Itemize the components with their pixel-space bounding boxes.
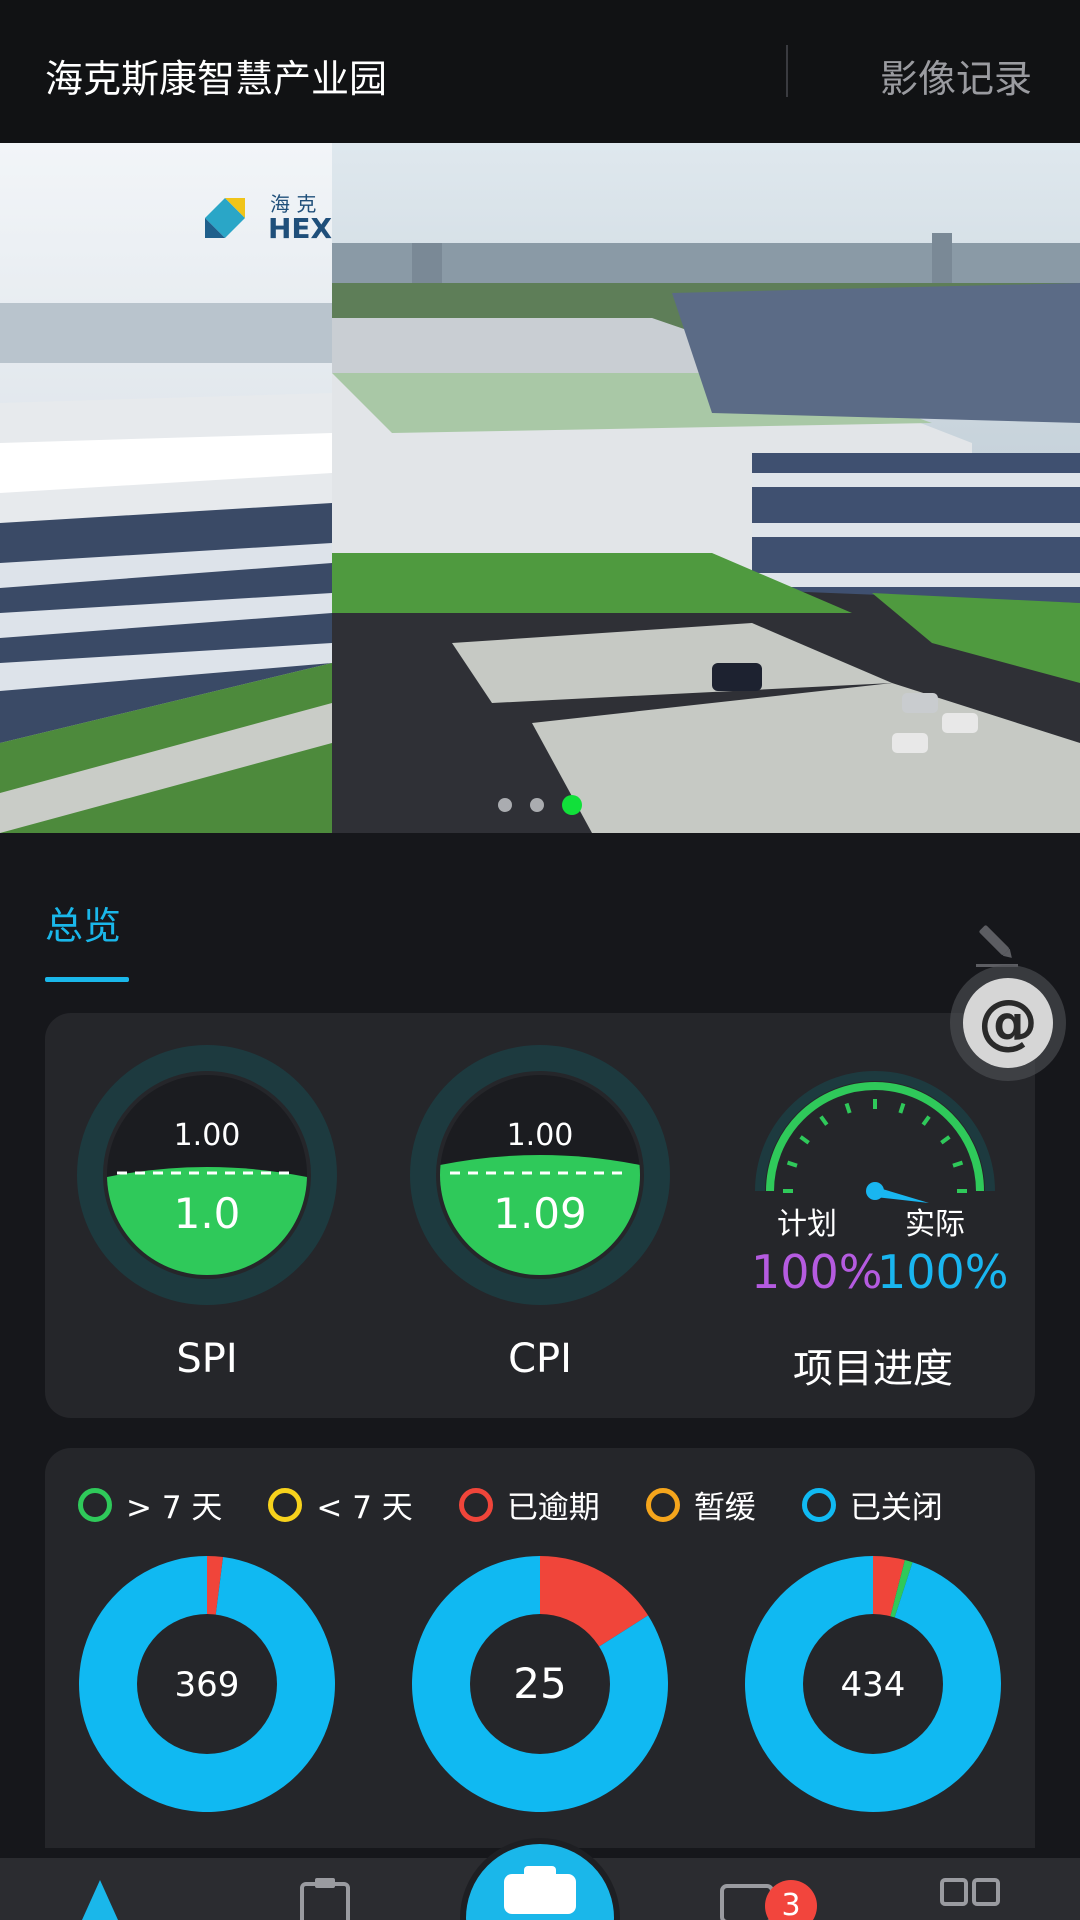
speedometer-tick [921, 1115, 931, 1126]
speedometer-tick [844, 1102, 852, 1114]
actual-label: 实际 [905, 1207, 965, 1242]
status-legend: > 7 天 < 7 天 已逾期 暂缓 已关闭 [78, 1482, 989, 1527]
legend-label: > 7 天 [126, 1490, 223, 1526]
banner-slide-previous[interactable]: 海 克 HEXA [0, 143, 332, 833]
banner-logo-en: HEXA [268, 212, 332, 245]
donut-total: 25 [513, 1659, 566, 1708]
speedometer-tick [940, 1135, 951, 1145]
app-header: 海克斯康智慧产业园 影像记录 [0, 0, 1080, 143]
legend-label: < 7 天 [316, 1490, 413, 1526]
home-nav-icon[interactable] [72, 1876, 132, 1920]
camera-button[interactable] [460, 1838, 620, 1920]
banner-carousel[interactable]: 海 克 HEXA [0, 143, 1080, 833]
speedometer-tick [952, 1160, 964, 1168]
cpi-target: 1.00 [507, 1118, 574, 1153]
status-donut-1[interactable]: 369 [77, 1554, 337, 1814]
spi-value: 1.0 [174, 1189, 241, 1238]
legend-item-lt7: < 7 天 [268, 1482, 413, 1527]
cpi-label: CPI [508, 1336, 572, 1382]
banner-slide-current[interactable] [332, 143, 1080, 833]
legend-item-gt7: > 7 天 [78, 1482, 222, 1527]
legend-ring-yellow [268, 1487, 303, 1522]
at-icon[interactable]: @ [963, 978, 1053, 1068]
camera-icon[interactable] [466, 1844, 614, 1920]
page-title: 海克斯康智慧产业园 [45, 57, 388, 101]
speedometer-tick [819, 1115, 829, 1126]
legend-label: 暂缓 [693, 1490, 756, 1526]
progress-label: 项目进度 [793, 1346, 953, 1392]
plan-label: 计划 [777, 1207, 837, 1242]
status-card: > 7 天 < 7 天 已逾期 暂缓 已关闭 369 25 434 [45, 1448, 1035, 1848]
legend-label: 已逾期 [506, 1490, 600, 1526]
donut-total: 369 [175, 1665, 240, 1705]
legend-item-paused: 暂缓 [645, 1482, 756, 1527]
image-record-button[interactable]: 影像记录 [880, 48, 1032, 103]
overview-card: 1.00 1.0 SPI 1.00 1.09 CPI 计划 实际 100% 10… [45, 1013, 1035, 1418]
speedometer-tick [898, 1102, 906, 1114]
speedometer-tick [786, 1160, 798, 1168]
cpi-value: 1.09 [493, 1189, 587, 1238]
plan-percent: 100% [751, 1245, 883, 1299]
legend-ring-red [458, 1487, 493, 1522]
legend-label: 已关闭 [849, 1490, 943, 1526]
carousel-dot[interactable] [498, 798, 512, 812]
status-donut-3[interactable]: 434 [743, 1554, 1003, 1814]
spi-label: SPI [176, 1336, 238, 1382]
spi-target: 1.00 [174, 1118, 241, 1153]
carousel-indicators[interactable] [498, 795, 582, 815]
legend-ring-green [78, 1487, 112, 1522]
status-donut-2[interactable]: 25 [410, 1554, 670, 1814]
spi-gauge: 1.00 1.0 [77, 1045, 337, 1305]
carousel-dot[interactable] [530, 798, 544, 812]
mention-float-button[interactable]: @ [950, 965, 1066, 1081]
tab-overview[interactable]: 总览 [45, 895, 121, 950]
apps-grid-nav-icon[interactable] [938, 1876, 1002, 1920]
cpi-gauge: 1.00 1.09 [410, 1045, 670, 1305]
legend-ring-orange [645, 1487, 680, 1522]
clipboard-nav-icon[interactable] [298, 1876, 352, 1920]
header-divider [786, 45, 788, 97]
legend-item-overdue: 已逾期 [458, 1482, 600, 1527]
pen-icon[interactable] [972, 918, 1022, 968]
carousel-dot-active[interactable] [562, 795, 582, 815]
tab-active-indicator [45, 977, 129, 982]
speedometer-tick [799, 1135, 810, 1145]
legend-item-closed: 已关闭 [801, 1482, 943, 1527]
actual-percent: 100% [877, 1245, 1009, 1299]
donut-total: 434 [841, 1665, 906, 1705]
legend-ring-blue [801, 1487, 836, 1522]
